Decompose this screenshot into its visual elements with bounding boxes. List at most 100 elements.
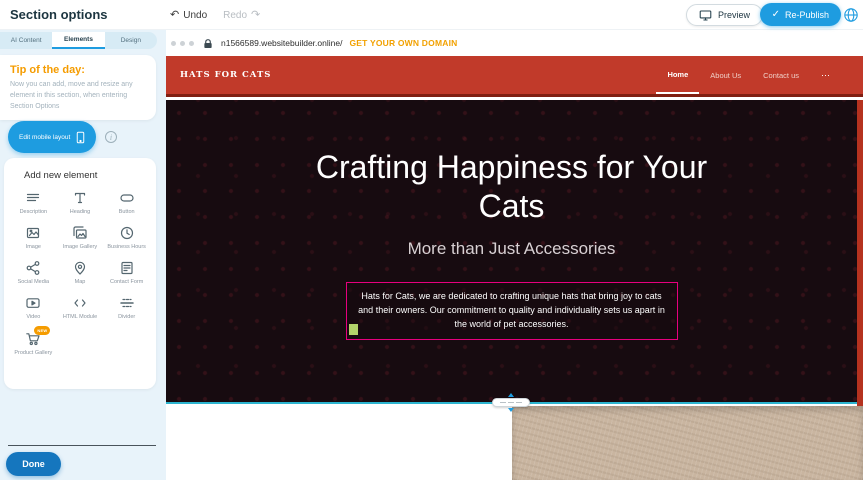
tip-card: Tip of the day: Now you can add, move an… bbox=[0, 55, 156, 120]
divider-icon bbox=[119, 295, 135, 311]
done-button[interactable]: Done bbox=[6, 452, 61, 476]
mobile-row: Edit mobile layout i bbox=[8, 121, 117, 153]
element-label: Heading bbox=[70, 209, 91, 216]
button-icon bbox=[119, 190, 135, 206]
business-hours-icon bbox=[119, 225, 135, 241]
lock-icon bbox=[203, 38, 213, 49]
nav-about-us[interactable]: About Us bbox=[699, 56, 752, 94]
element-video[interactable]: Video bbox=[10, 295, 57, 321]
html-module-icon bbox=[72, 295, 88, 311]
sidebar-divider bbox=[8, 445, 156, 446]
element-image-gallery[interactable]: Image Gallery bbox=[57, 225, 104, 251]
next-section-image[interactable] bbox=[512, 406, 863, 480]
element-label: Description bbox=[20, 209, 48, 216]
site-preview: n1566589.websitebuilder.online/ GET YOUR… bbox=[166, 30, 863, 480]
nav-more-icon[interactable]: ⋯ bbox=[810, 56, 841, 94]
element-business-hours[interactable]: Business Hours bbox=[103, 225, 150, 251]
undo-redo-group: ↶ Undo Redo ↷ bbox=[170, 0, 260, 30]
edit-mobile-layout-button[interactable]: Edit mobile layout bbox=[8, 121, 96, 153]
site-header: HATS FOR CATS Home About Us Contact us ⋯ bbox=[166, 56, 863, 97]
element-divider[interactable]: Divider bbox=[103, 295, 150, 321]
sidebar: AI Content Elements Design Tip of the da… bbox=[0, 30, 166, 480]
resize-grip[interactable] bbox=[492, 398, 530, 407]
selection-handle[interactable] bbox=[349, 324, 358, 335]
tip-title: Tip of the day: bbox=[0, 55, 156, 79]
element-label: HTML Module bbox=[63, 314, 97, 321]
republish-button[interactable]: ✓ Re-Publish bbox=[760, 3, 841, 26]
hero-text-block[interactable]: Hats for Cats, we are dedicated to craft… bbox=[346, 282, 678, 340]
map-icon bbox=[72, 260, 88, 276]
info-icon[interactable]: i bbox=[105, 131, 117, 143]
element-label: Image Gallery bbox=[63, 244, 97, 251]
image-icon bbox=[25, 225, 41, 241]
page-title: Section options bbox=[10, 0, 108, 30]
sidebar-tabs: AI Content Elements Design bbox=[0, 32, 157, 49]
browser-dot bbox=[189, 41, 194, 46]
nav-contact-us[interactable]: Contact us bbox=[752, 56, 810, 94]
element-label: Map bbox=[75, 279, 86, 286]
new-badge: NEW bbox=[34, 326, 50, 335]
undo-label: Undo bbox=[183, 10, 207, 21]
tab-elements[interactable]: Elements bbox=[52, 32, 104, 49]
element-label: Business Hours bbox=[107, 244, 146, 251]
hero-section[interactable]: Crafting Happiness for Your Cats More th… bbox=[166, 100, 857, 404]
element-label: Social Media bbox=[18, 279, 50, 286]
redo-icon: ↷ bbox=[251, 10, 260, 21]
image-gallery-icon bbox=[72, 225, 88, 241]
element-label: Video bbox=[26, 314, 40, 321]
browser-dot bbox=[180, 41, 185, 46]
video-icon bbox=[25, 295, 41, 311]
redo-label: Redo bbox=[223, 10, 247, 21]
element-map[interactable]: Map bbox=[57, 260, 104, 286]
republish-label: Re-Publish bbox=[785, 10, 829, 20]
element-image[interactable]: Image bbox=[10, 225, 57, 251]
contact-form-icon bbox=[119, 260, 135, 276]
check-icon: ✓ bbox=[772, 10, 780, 20]
element-label: Product Gallery bbox=[14, 350, 52, 357]
app-window: Section options ↶ Undo Redo ↷ Preview ✓ … bbox=[0, 0, 863, 480]
element-grid: Description Heading Button Image Image G… bbox=[4, 190, 156, 357]
edit-mobile-label: Edit mobile layout bbox=[19, 134, 70, 141]
element-label: Contact Form bbox=[110, 279, 143, 286]
next-section-blank[interactable] bbox=[166, 406, 512, 480]
element-label: Divider bbox=[118, 314, 135, 321]
resize-down-arrow-icon bbox=[508, 408, 514, 412]
hero-subtitle[interactable]: More than Just Accessories bbox=[408, 239, 616, 259]
undo-button[interactable]: ↶ Undo bbox=[170, 10, 207, 21]
element-html-module[interactable]: HTML Module bbox=[57, 295, 104, 321]
undo-icon: ↶ bbox=[170, 10, 179, 21]
element-contact-form[interactable]: Contact Form bbox=[103, 260, 150, 286]
tab-design[interactable]: Design bbox=[105, 32, 157, 49]
topbar: Section options ↶ Undo Redo ↷ Preview ✓ … bbox=[0, 0, 863, 30]
resize-up-arrow-icon bbox=[508, 393, 514, 397]
preview-button[interactable]: Preview bbox=[686, 4, 763, 26]
hero-body-text: Hats for Cats, we are dedicated to craft… bbox=[358, 291, 665, 329]
site-url: n1566589.websitebuilder.online/ bbox=[221, 38, 342, 48]
element-description[interactable]: Description bbox=[10, 190, 57, 216]
element-label: Button bbox=[119, 209, 135, 216]
page-edge-strip bbox=[857, 100, 863, 406]
monitor-icon bbox=[699, 9, 712, 22]
site-nav: Home About Us Contact us ⋯ bbox=[656, 56, 841, 94]
hero-title[interactable]: Crafting Happiness for Your Cats bbox=[312, 148, 712, 226]
element-product-gallery[interactable]: NEW Product Gallery bbox=[10, 331, 57, 357]
redo-button[interactable]: Redo ↷ bbox=[223, 10, 260, 21]
social-media-icon bbox=[25, 260, 41, 276]
browser-dots bbox=[171, 41, 194, 46]
language-globe-icon[interactable] bbox=[843, 7, 859, 23]
element-button[interactable]: Button bbox=[103, 190, 150, 216]
description-icon bbox=[25, 190, 41, 206]
element-label: Image bbox=[26, 244, 41, 251]
get-domain-link[interactable]: GET YOUR OWN DOMAIN bbox=[349, 38, 457, 48]
add-element-title: Add new element bbox=[4, 158, 156, 190]
nav-home[interactable]: Home bbox=[656, 56, 699, 94]
tip-body: Now you can add, move and resize any ele… bbox=[0, 79, 156, 113]
element-heading[interactable]: Heading bbox=[57, 190, 104, 216]
section-resize-handle[interactable] bbox=[491, 393, 531, 412]
site-logo[interactable]: HATS FOR CATS bbox=[180, 70, 271, 80]
element-social-media[interactable]: Social Media bbox=[10, 260, 57, 286]
browser-dot bbox=[171, 41, 176, 46]
tab-ai-content[interactable]: AI Content bbox=[0, 32, 52, 49]
add-element-panel: Add new element Description Heading Butt… bbox=[4, 158, 156, 389]
phone-icon bbox=[74, 130, 87, 145]
